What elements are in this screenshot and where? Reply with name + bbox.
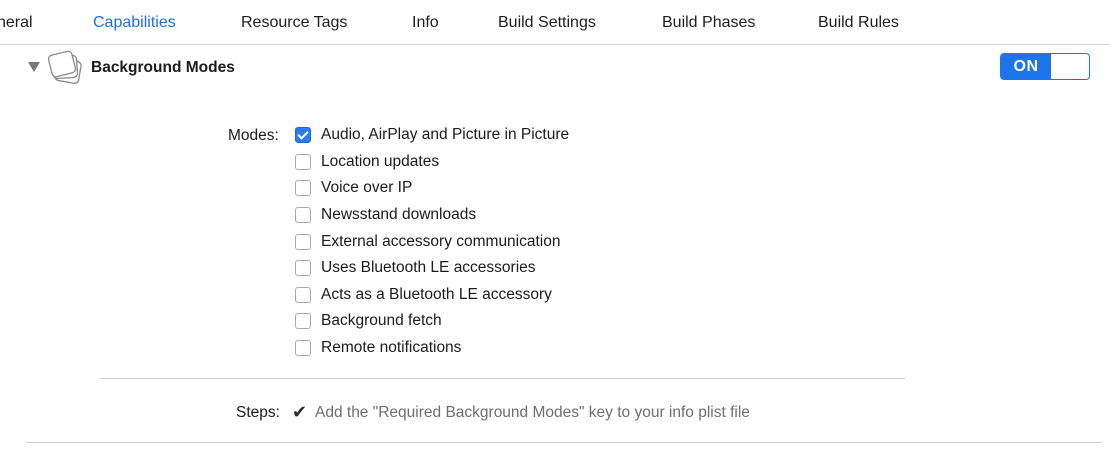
checkbox[interactable] <box>295 340 311 356</box>
capability-title: Background Modes <box>91 59 235 76</box>
checkbox[interactable] <box>295 287 311 303</box>
mode-label: External accessory communication <box>321 233 561 250</box>
checkbox[interactable] <box>295 207 311 223</box>
mode-audio-airplay-pip[interactable]: Audio, AirPlay and Picture in Picture <box>295 124 569 146</box>
mode-voice-over-ip[interactable]: Voice over IP <box>295 177 412 199</box>
editor-tab-bar: neral Capabilities Resource Tags Info Bu… <box>0 0 1110 45</box>
mode-external-accessory[interactable]: External accessory communication <box>295 231 561 253</box>
tab-build-settings[interactable]: Build Settings <box>498 12 596 34</box>
mode-label: Uses Bluetooth LE accessories <box>321 259 536 276</box>
mode-newsstand-downloads[interactable]: Newsstand downloads <box>295 204 476 226</box>
mode-label: Voice over IP <box>321 179 413 196</box>
checkbox[interactable] <box>295 313 311 329</box>
mode-label: Location updates <box>321 153 440 170</box>
tab-capabilities[interactable]: Capabilities <box>93 12 176 34</box>
tab-build-phases[interactable]: Build Phases <box>662 12 755 34</box>
mode-label: Acts as a Bluetooth LE accessory <box>321 286 552 303</box>
tab-general[interactable]: neral <box>0 12 33 34</box>
modes-label: Modes: <box>228 127 279 144</box>
mode-label: Newsstand downloads <box>321 206 477 223</box>
mode-bluetooth-le-accessory[interactable]: Acts as a Bluetooth LE accessory <box>295 284 552 306</box>
mode-bluetooth-le-accessories[interactable]: Uses Bluetooth LE accessories <box>295 257 536 279</box>
checkbox[interactable] <box>295 180 311 196</box>
checkbox[interactable] <box>295 234 311 250</box>
mode-remote-notifications[interactable]: Remote notifications <box>295 337 461 359</box>
background-modes-toggle[interactable]: ON <box>1000 53 1090 80</box>
mode-background-fetch[interactable]: Background fetch <box>295 310 442 332</box>
tab-info[interactable]: Info <box>412 12 439 34</box>
tab-resource-tags[interactable]: Resource Tags <box>241 12 347 34</box>
checkbox-checked[interactable] <box>295 127 311 143</box>
disclosure-triangle-icon[interactable] <box>28 62 40 72</box>
toggle-on-label: ON <box>1001 54 1051 79</box>
mode-label: Audio, AirPlay and Picture in Picture <box>321 126 570 143</box>
step-text: Add the "Required Background Modes" key … <box>315 404 750 421</box>
capability-divider <box>26 442 1102 443</box>
checkmark-icon: ✔ <box>292 402 308 422</box>
mode-label: Background fetch <box>321 312 442 329</box>
checkbox[interactable] <box>295 260 311 276</box>
tab-build-rules[interactable]: Build Rules <box>818 12 899 34</box>
checkbox[interactable] <box>295 154 311 170</box>
section-divider <box>100 378 905 379</box>
stacked-pages-icon <box>47 50 82 84</box>
steps-label: Steps: <box>236 404 280 421</box>
mode-label: Remote notifications <box>321 339 462 356</box>
mode-location-updates[interactable]: Location updates <box>295 151 439 173</box>
